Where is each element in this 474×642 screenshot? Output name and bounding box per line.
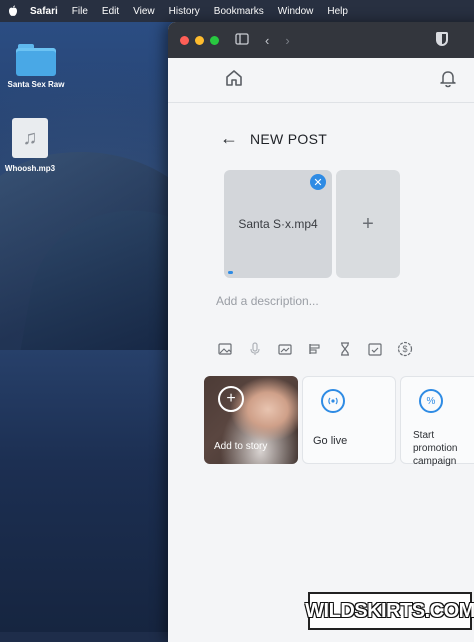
promotion-campaign-card[interactable]: % Start promotion campaign — [400, 376, 474, 467]
upload-progress-bar — [228, 271, 233, 274]
menu-bookmarks[interactable]: Bookmarks — [214, 6, 264, 17]
page-content: ← NEW POST Santa S·x.mp4 ✕ + Add a descr… — [168, 58, 474, 642]
add-to-story-card[interactable]: + Add to story — [204, 376, 298, 464]
title-bar: ‹ › — [168, 22, 474, 58]
description-input[interactable]: Add a description... — [216, 294, 319, 308]
top-nav — [168, 58, 474, 103]
svg-text:$: $ — [402, 344, 407, 354]
calendar-check-icon[interactable] — [364, 340, 386, 358]
broadcast-icon — [321, 389, 345, 413]
remove-media-button[interactable]: ✕ — [310, 174, 326, 190]
desktop-folder[interactable]: Santa Sex Raw — [0, 44, 76, 89]
desktop-folder-label: Santa Sex Raw — [7, 80, 65, 89]
menu-bar: Safari File Edit View History Bookmarks … — [0, 0, 474, 22]
folder-icon — [16, 44, 56, 76]
menu-help[interactable]: Help — [327, 6, 348, 17]
menu-view[interactable]: View — [133, 6, 155, 17]
go-live-card[interactable]: Go live — [302, 376, 396, 464]
bell-icon[interactable] — [438, 68, 458, 93]
zoom-window-button[interactable] — [210, 35, 219, 45]
post-header: ← NEW POST — [220, 128, 327, 149]
desktop-audio-file[interactable]: ♫ Whoosh.mp3 — [0, 118, 70, 173]
page-title: NEW POST — [250, 130, 328, 147]
shield-icon[interactable] — [436, 32, 448, 46]
microphone-icon[interactable] — [244, 340, 266, 358]
add-media-button[interactable]: + — [336, 170, 400, 278]
back-arrow-icon[interactable]: ← — [220, 128, 238, 149]
media-filename: Santa S·x.mp4 — [238, 217, 318, 231]
back-icon[interactable]: ‹ — [265, 33, 269, 48]
home-icon[interactable] — [224, 68, 244, 93]
dollar-icon[interactable]: $ — [394, 340, 416, 358]
audio-file-icon: ♫ — [12, 118, 48, 158]
sidebar-icon[interactable] — [235, 32, 249, 48]
watermark-logo: WILDSKIRTS.COM — [305, 592, 474, 630]
menu-edit[interactable]: Edit — [102, 6, 119, 17]
poll-icon[interactable] — [304, 340, 326, 358]
hourglass-icon[interactable] — [334, 340, 356, 358]
menu-window[interactable]: Window — [278, 6, 314, 17]
image-icon[interactable] — [214, 340, 236, 358]
menu-history[interactable]: History — [169, 6, 200, 17]
plus-circle-icon: + — [218, 386, 244, 412]
promotion-label: Start promotion campaign — [413, 430, 458, 467]
close-window-button[interactable] — [180, 35, 189, 45]
post-toolbar: $ — [214, 340, 424, 358]
menu-safari[interactable]: Safari — [30, 6, 58, 17]
menu-file[interactable]: File — [72, 6, 88, 17]
desktop-audio-file-label: Whoosh.mp3 — [4, 164, 56, 173]
minimize-window-button[interactable] — [195, 35, 204, 45]
browser-window: ‹ › ← NEW POST Santa S·x.mp4 ✕ + Add a d… — [168, 22, 474, 642]
add-to-story-label: Add to story — [214, 441, 268, 452]
gallery-icon[interactable] — [274, 340, 296, 358]
promotion-icon: % — [419, 389, 443, 413]
apple-icon[interactable] — [6, 5, 20, 17]
go-live-label: Go live — [313, 435, 348, 447]
forward-icon[interactable]: › — [285, 33, 289, 48]
